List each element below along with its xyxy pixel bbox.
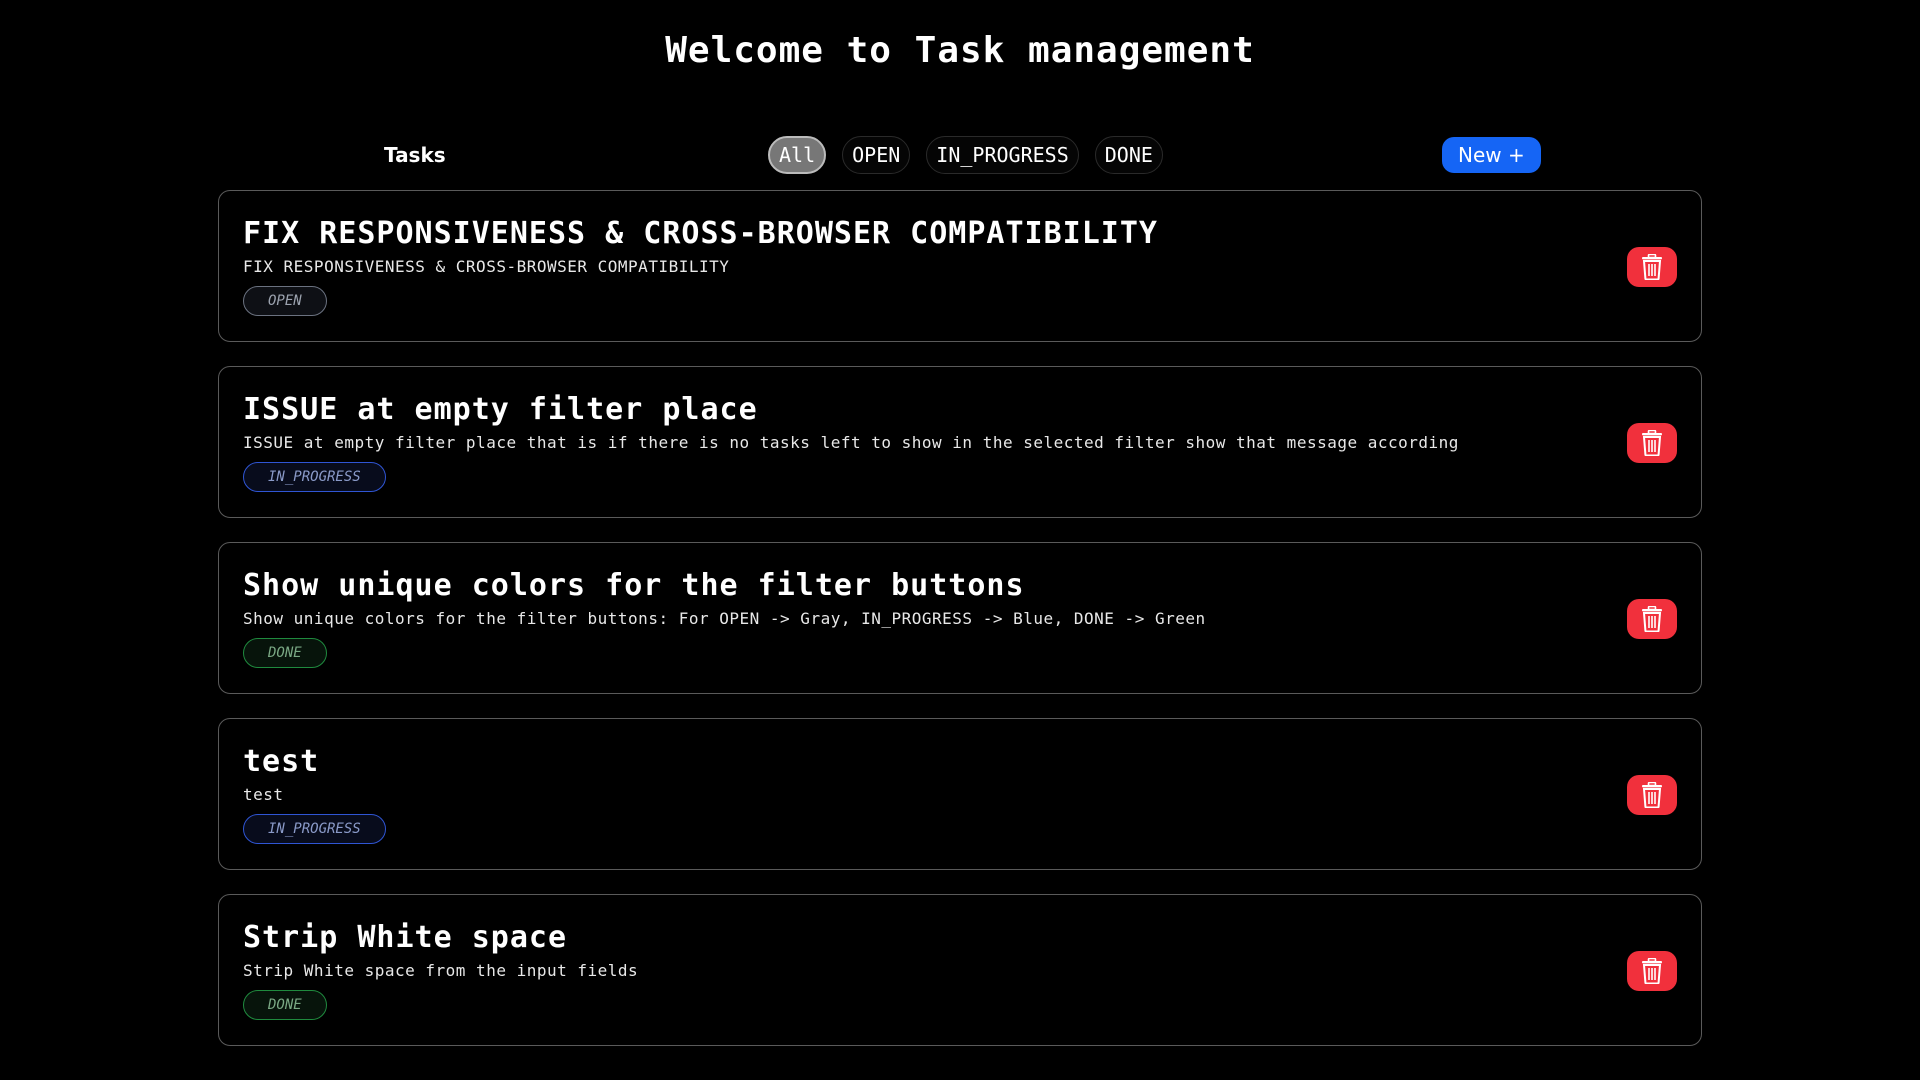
filter-open-button[interactable]: OPEN <box>842 136 911 174</box>
trash-icon <box>1642 782 1662 808</box>
app-page: Welcome to Task management Tasks All OPE… <box>0 0 1920 1080</box>
page-title: Welcome to Task management <box>665 30 1255 71</box>
trash-icon <box>1642 430 1662 456</box>
filter-all-button[interactable]: All <box>768 136 827 174</box>
new-task-button[interactable]: New + <box>1442 137 1541 173</box>
tasks-heading: Tasks <box>384 143 446 167</box>
task-description: test <box>243 785 284 804</box>
status-badge: IN_PROGRESS <box>243 814 386 844</box>
status-filter-group: All OPEN IN_PROGRESS DONE <box>768 136 1163 174</box>
task-description: Strip White space from the input fields <box>243 961 639 980</box>
trash-icon <box>1642 254 1662 280</box>
task-title: Show unique colors for the filter button… <box>243 568 1025 603</box>
task-title: Strip White space <box>243 920 568 955</box>
task-title: FIX RESPONSIVENESS & CROSS-BROWSER COMPA… <box>243 216 1158 251</box>
delete-task-button[interactable] <box>1627 951 1677 991</box>
filter-in-progress-button[interactable]: IN_PROGRESS <box>926 136 1079 174</box>
delete-task-button[interactable] <box>1627 423 1677 463</box>
task-title: ISSUE at empty filter place <box>243 392 758 427</box>
filter-done-button[interactable]: DONE <box>1094 136 1163 174</box>
trash-icon <box>1642 958 1662 984</box>
task-card: Strip White space Strip White space from… <box>218 894 1702 1046</box>
task-toolbar: Tasks All OPEN IN_PROGRESS DONE New + <box>218 136 1702 174</box>
task-card: Show unique colors for the filter button… <box>218 542 1702 694</box>
task-description: FIX RESPONSIVENESS & CROSS-BROWSER COMPA… <box>243 257 730 276</box>
status-badge: DONE <box>243 990 327 1020</box>
task-card: FIX RESPONSIVENESS & CROSS-BROWSER COMPA… <box>218 190 1702 342</box>
delete-task-button[interactable] <box>1627 247 1677 287</box>
delete-task-button[interactable] <box>1627 599 1677 639</box>
task-card: test test IN_PROGRESS <box>218 718 1702 870</box>
task-list: FIX RESPONSIVENESS & CROSS-BROWSER COMPA… <box>218 190 1702 1070</box>
task-card: ISSUE at empty filter place ISSUE at emp… <box>218 366 1702 518</box>
status-badge: OPEN <box>243 286 327 316</box>
status-badge: DONE <box>243 638 327 668</box>
delete-task-button[interactable] <box>1627 775 1677 815</box>
status-badge: IN_PROGRESS <box>243 462 386 492</box>
task-description: ISSUE at empty filter place that is if t… <box>243 433 1459 452</box>
task-description: Show unique colors for the filter button… <box>243 609 1206 628</box>
task-title: test <box>243 744 320 779</box>
trash-icon <box>1642 606 1662 632</box>
